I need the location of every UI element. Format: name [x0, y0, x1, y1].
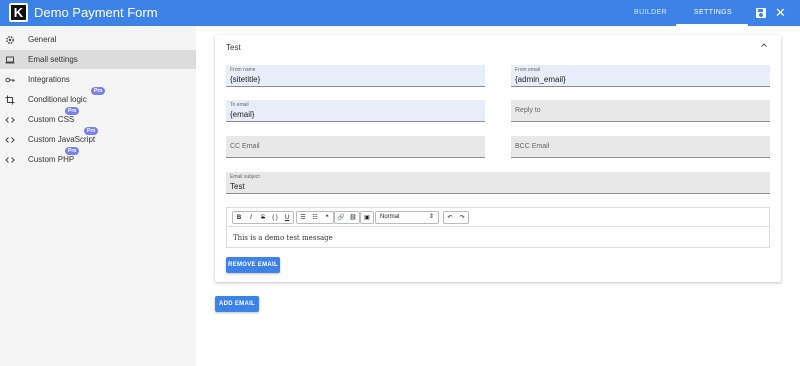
pro-badge: Pro [84, 127, 99, 135]
reply-to-field[interactable]: Reply to [511, 100, 770, 122]
sidebar-item-custom-javascript[interactable]: Custom JavaScript Pro [0, 127, 196, 149]
laptop-icon [5, 55, 15, 65]
strikethrough-button[interactable]: S [257, 212, 269, 223]
remove-email-button[interactable]: REMOVE EMAIL [226, 257, 280, 273]
bcc-email-placeholder: BCC Email [515, 143, 550, 150]
text-format-group: B I S { } U [232, 211, 294, 224]
bold-button[interactable]: B [233, 212, 245, 223]
from-name-value: {sitetitle} [230, 75, 261, 84]
to-email-field[interactable]: To email {email} [226, 100, 485, 122]
add-email-button[interactable]: ADD EMAIL [215, 296, 259, 312]
sidebar-item-label: Custom CSS [28, 115, 75, 124]
bcc-email-field[interactable]: BCC Email [511, 136, 770, 158]
from-email-value: {admin_email} [515, 75, 566, 84]
format-select[interactable]: Normal ⇕ [375, 211, 439, 224]
unlink-button[interactable]: ⛓ [347, 212, 359, 223]
pro-badge: Pro [91, 87, 106, 95]
link-group: 🔗 ⛓ [334, 211, 360, 224]
undo-button[interactable]: ↶ [444, 212, 456, 223]
sidebar-item-label: Integrations [28, 75, 70, 84]
key-icon [5, 75, 15, 85]
main-content: Test From name {sitetitle} From email {a… [196, 26, 800, 366]
sidebar-item-label: Conditional logic [28, 95, 87, 104]
cc-email-field[interactable]: CC Email [226, 136, 485, 158]
sidebar-item-custom-css[interactable]: Custom CSS Pro [0, 107, 196, 129]
format-select-value: Normal [380, 214, 400, 220]
pro-badge: Pro [65, 147, 80, 155]
sidebar-item-conditional-logic[interactable]: Conditional logic Pro [0, 87, 196, 109]
app-title: Demo Payment Form [34, 5, 158, 20]
email-subject-field[interactable]: Email subject Test [226, 172, 770, 194]
link-button[interactable]: 🔗 [335, 212, 347, 223]
app-header: K Demo Payment Form BUILDER SETTINGS ✕ [0, 0, 800, 26]
email-card: Test From name {sitetitle} From email {a… [215, 35, 781, 282]
code-button[interactable]: { } [269, 212, 281, 223]
sidebar-item-label: Custom JavaScript [28, 135, 96, 144]
redo-button[interactable]: ↷ [456, 212, 468, 223]
list-group: ☰ ☷ ❝ [296, 211, 334, 224]
tab-builder[interactable]: BUILDER [634, 9, 667, 16]
sidebar-item-label: Email settings [28, 55, 78, 64]
sidebar-item-email-settings[interactable]: Email settings [0, 50, 196, 69]
email-card-title: Test [226, 43, 241, 52]
from-email-label: From email [515, 67, 541, 73]
logo-letter: K [11, 5, 26, 20]
crop-icon [5, 95, 15, 105]
quote-button[interactable]: ❝ [321, 212, 333, 223]
editor-toolbar: B I S { } U ☰ ☷ ❝ 🔗 ⛓ ▣ Normal ⇕ ↶ ↷ [227, 208, 769, 227]
close-icon[interactable]: ✕ [775, 5, 786, 21]
underline-button[interactable]: U [281, 212, 293, 223]
email-subject-value: Test [230, 182, 245, 191]
cc-email-placeholder: CC Email [230, 143, 260, 150]
from-email-field[interactable]: From email {admin_email} [511, 65, 770, 87]
reply-to-placeholder: Reply to [515, 107, 541, 114]
sidebar-item-general[interactable]: General [0, 30, 196, 49]
sidebar-item-custom-php[interactable]: Custom PHP Pro [0, 147, 196, 169]
image-group: ▣ [360, 211, 374, 224]
history-group: ↶ ↷ [443, 211, 469, 224]
pro-badge: Pro [65, 107, 80, 115]
email-subject-label: Email subject [230, 174, 260, 180]
editor-body[interactable]: This is a demo test message [233, 234, 333, 242]
code-icon [5, 135, 15, 145]
to-email-value: {email} [230, 110, 255, 119]
from-name-label: From name [230, 67, 256, 73]
settings-sidebar: General Email settings Integrations Cond… [0, 26, 196, 366]
tab-settings[interactable]: SETTINGS [683, 9, 743, 16]
chevron-up-icon[interactable] [760, 41, 768, 51]
from-name-field[interactable]: From name {sitetitle} [226, 65, 485, 87]
save-icon[interactable] [756, 8, 766, 18]
italic-button[interactable]: I [245, 212, 257, 223]
bullet-list-button[interactable]: ☰ [297, 212, 309, 223]
sidebar-item-label: General [28, 35, 57, 44]
gear-icon [5, 35, 15, 45]
code-icon [5, 155, 15, 165]
image-button[interactable]: ▣ [361, 212, 373, 223]
to-email-label: To email [230, 102, 249, 108]
app-logo: K [9, 3, 28, 22]
select-arrows-icon: ⇕ [428, 214, 434, 220]
code-icon [5, 115, 15, 125]
message-editor: B I S { } U ☰ ☷ ❝ 🔗 ⛓ ▣ Normal ⇕ ↶ ↷ Thi… [226, 207, 770, 248]
sidebar-item-label: Custom PHP [28, 155, 75, 164]
ordered-list-button[interactable]: ☷ [309, 212, 321, 223]
